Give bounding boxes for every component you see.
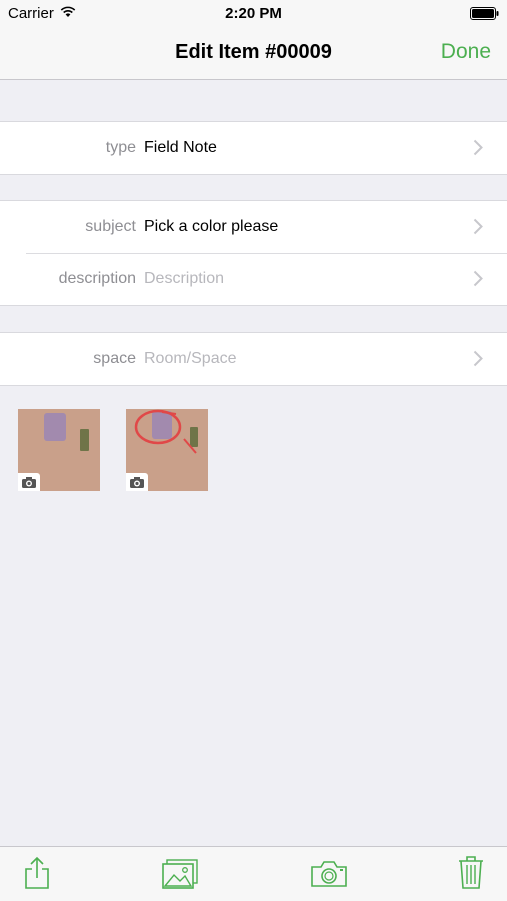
- camera-icon[interactable]: [310, 860, 348, 893]
- type-value: Field Note: [144, 139, 217, 156]
- description-label: description: [58, 270, 136, 287]
- subject-row[interactable]: subject Pick a color please: [0, 201, 507, 253]
- trash-icon[interactable]: [458, 855, 484, 894]
- camera-icon: [18, 473, 40, 491]
- description-placeholder: Description: [144, 270, 225, 287]
- battery-icon: [470, 7, 500, 25]
- type-section: type Field Note: [0, 121, 507, 175]
- photo-thumbnail-2[interactable]: [126, 409, 208, 491]
- chevron-right-icon: [473, 270, 483, 292]
- chevron-right-icon: [473, 139, 483, 161]
- description-row[interactable]: description Description: [0, 253, 507, 305]
- photo-thumbnail-1[interactable]: [18, 409, 100, 491]
- space-section: space Room/Space: [0, 332, 507, 386]
- camera-icon: [126, 473, 148, 491]
- navigation-bar: Carrier 2:20 PM Edit Item #00009 Done: [0, 0, 507, 80]
- photo-library-icon[interactable]: [162, 859, 198, 894]
- type-label: type: [105, 139, 136, 156]
- space-label: space: [93, 350, 136, 367]
- details-section: subject Pick a color please description …: [0, 200, 507, 306]
- bottom-toolbar: [0, 846, 507, 901]
- chevron-right-icon: [473, 218, 483, 240]
- page-title: Edit Item #00009: [175, 41, 332, 63]
- share-icon[interactable]: [24, 856, 50, 895]
- status-bar: Carrier 2:20 PM: [0, 0, 507, 28]
- space-placeholder: Room/Space: [144, 350, 237, 367]
- clock-time: 2:20 PM: [225, 5, 282, 22]
- space-row[interactable]: space Room/Space: [0, 333, 507, 385]
- type-row[interactable]: type Field Note: [0, 122, 507, 174]
- subject-label: subject: [85, 218, 136, 235]
- chevron-right-icon: [473, 350, 483, 372]
- done-button[interactable]: Done: [441, 40, 491, 64]
- subject-value: Pick a color please: [144, 218, 279, 235]
